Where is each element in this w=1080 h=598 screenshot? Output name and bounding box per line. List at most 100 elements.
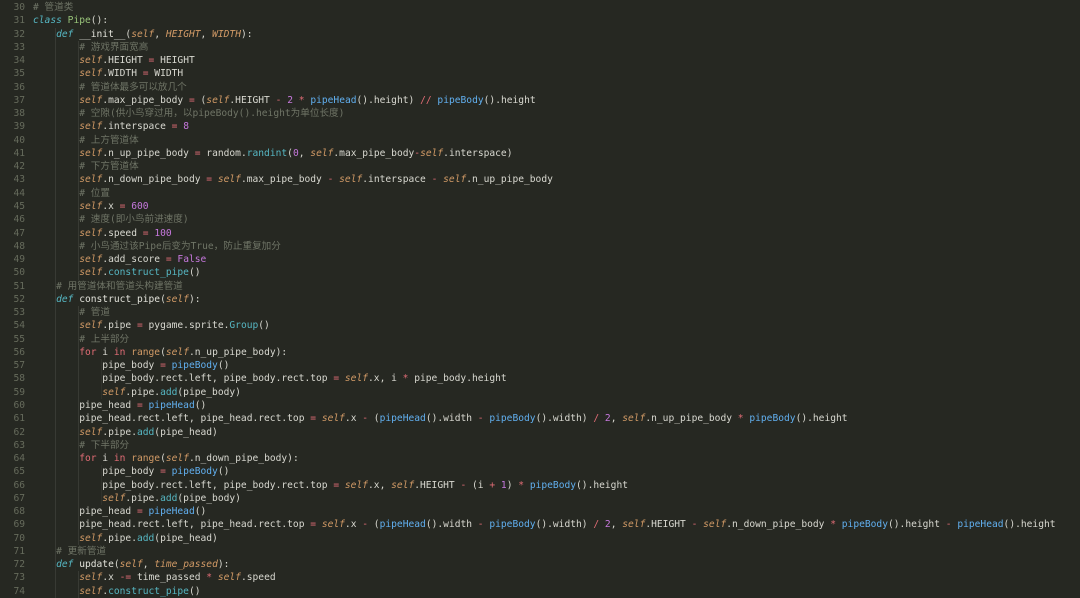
code-line[interactable]: 68 pipe_head = pipeHead() [0, 505, 1080, 519]
code-token-p: .x [344, 413, 363, 425]
code-line[interactable]: 66 pipe_body.rect.left, pipe_body.rect.to… [0, 478, 1080, 492]
code-token-p: .x, [368, 479, 392, 491]
code-line[interactable]: 37 self.max_pipe_body = (self.HEIGHT - 2 … [0, 93, 1080, 108]
line-number: 58 [13, 373, 25, 385]
code-token-p: .n_up_pipe_body [466, 174, 553, 186]
code-line[interactable]: 56 for i in range(self.n_up_pipe_body): [0, 345, 1080, 360]
code-token-p: i [96, 453, 114, 465]
code-token-slf: self [79, 94, 103, 106]
line-number: 43 [13, 174, 25, 186]
code-token-p: .max_pipe_body [333, 147, 415, 159]
code-token-bl: pipeBody [529, 479, 577, 491]
code-line[interactable]: 69 pipe_head.rect.left, pipe_head.rect.to… [0, 518, 1080, 532]
code-token-slf: time_passed [154, 559, 218, 571]
code-content: self.pipe.add(pipe_head) [33, 531, 218, 545]
code-token-p: .WIDTH [102, 68, 143, 80]
code-line[interactable]: 31 class Pipe(): [0, 14, 1080, 27]
code-line[interactable]: 30 # 管道类 [0, 1, 1080, 14]
code-line[interactable]: 54 self.pipe = pygame.sprite.Group() [0, 319, 1080, 333]
code-token-p: ): [217, 559, 230, 571]
code-line[interactable]: 55 # 上半部分 [0, 332, 1080, 346]
indent-guides [33, 239, 80, 254]
code-line[interactable]: 43 self.n_down_pipe_body = self.max_pipe_… [0, 173, 1080, 187]
code-line[interactable]: 35 self.WIDTH = WIDTH [0, 67, 1080, 81]
code-token-k: def [56, 559, 74, 571]
code-token-bl: pipeHead [379, 519, 426, 531]
code-line[interactable]: 62 self.pipe.add(pipe_head) [0, 425, 1080, 439]
code-content: # 小鸟通过该Pipe后变为True，防止重复加分 [33, 239, 281, 254]
line-number: 35 [13, 68, 25, 80]
code-token-p: i [96, 346, 114, 358]
line-number: 56 [13, 346, 25, 358]
indent-guides [33, 292, 57, 307]
code-token-c: # 管道体最多可以放几个 [79, 81, 187, 93]
code-token-bl: pipeHead [379, 413, 426, 425]
indent-guides [33, 266, 80, 280]
code-token-p: ().height [795, 413, 848, 425]
code-token-p: () [188, 267, 201, 279]
code-line[interactable]: 61 pipe_head.rect.left, pipe_head.rect.to… [0, 412, 1080, 426]
code-line[interactable]: 48 # 小鸟通过该Pipe后变为True，防止重复加分 [0, 239, 1080, 254]
code-token-kc: in [113, 346, 126, 358]
code-token-c: # 更新管道 [56, 545, 107, 557]
code-line[interactable]: 64 for i in range(self.n_down_pipe_body): [0, 452, 1080, 466]
code-line[interactable]: 63 # 下半部分 [0, 438, 1080, 453]
code-token-n: 8 [183, 121, 189, 133]
code-content: self.x = 600 [33, 199, 149, 214]
code-line[interactable]: 57 pipe_body = pipeBody() [0, 359, 1080, 373]
code-line[interactable]: 58 pipe_body.rect.left, pipe_body.rect.to… [0, 372, 1080, 386]
code-token-slf: self [102, 492, 126, 504]
code-line[interactable]: 38 # 空隙(供小鸟穿过用，以pipeBody().height为单位长度) [0, 107, 1080, 121]
code-token-p: .pipe. [102, 532, 137, 544]
code-line[interactable]: 51 # 用管道体和管道头构建管道 [0, 279, 1080, 293]
code-line[interactable]: 33 # 游戏界面宽高 [0, 40, 1080, 55]
code-content: # 上半部分 [33, 332, 129, 346]
code-line[interactable]: 50 self.construct_pipe() [0, 266, 1080, 280]
code-token-slf: self [79, 320, 103, 332]
code-content: self.interspace = 8 [33, 120, 189, 134]
indent-guides [33, 160, 80, 174]
code-line[interactable]: 40 # 上方管道体 [0, 133, 1080, 147]
line-number: 72 [13, 559, 25, 571]
indent-guides [33, 571, 80, 585]
code-content: # 速度(即小鸟前进速度) [33, 213, 189, 227]
indent-guides [33, 146, 80, 161]
code-content: def update(self, time_passed): [33, 558, 230, 572]
code-line[interactable]: 36 # 管道体最多可以放几个 [0, 80, 1080, 94]
code-line[interactable]: 59 self.pipe.add(pipe_body) [0, 385, 1080, 399]
code-line[interactable]: 60 pipe_head = pipeHead() [0, 398, 1080, 413]
code-line[interactable]: 32 def __init__(self, HEIGHT, WIDTH): [0, 27, 1080, 41]
code-line[interactable]: 52 def construct_pipe(self): [0, 292, 1080, 307]
code-token-p: .HEIGHT [102, 55, 149, 67]
code-line[interactable]: 65 pipe_body = pipeBody() [0, 465, 1080, 479]
code-line[interactable]: 70 self.pipe.add(pipe_head) [0, 531, 1080, 545]
code-line[interactable]: 46 # 速度(即小鸟前进速度) [0, 213, 1080, 227]
code-line[interactable]: 45 self.x = 600 [0, 199, 1080, 214]
code-line[interactable]: 67 self.pipe.add(pipe_body) [0, 491, 1080, 506]
code-line[interactable]: 74 self.construct_pipe() [0, 584, 1080, 598]
code-content: # 管道体最多可以放几个 [33, 80, 187, 94]
code-line[interactable]: 49 self.add_score = False [0, 253, 1080, 267]
code-line[interactable]: 42 # 下方管道体 [0, 160, 1080, 174]
code-content: self.pipe = pygame.sprite.Group() [33, 319, 270, 333]
code-content: self.n_up_pipe_body = random.randint(0, … [33, 146, 513, 161]
code-token-p: .interspace) [443, 147, 513, 159]
code-line[interactable]: 34 self.HEIGHT = HEIGHT [0, 54, 1080, 68]
code-line[interactable]: 73 self.x -= time_passed * self.speed [0, 571, 1080, 585]
code-content: # 用管道体和管道头构建管道 [33, 279, 183, 293]
code-line[interactable]: 71 # 更新管道 [0, 544, 1080, 559]
code-line[interactable]: 53 # 管道 [0, 306, 1080, 320]
code-line[interactable]: 47 self.speed = 100 [0, 226, 1080, 240]
code-editor[interactable]: 30 # 管道类 31 class Pipe(): 32 def __init__(sel… [0, 0, 1080, 598]
code-line[interactable]: 72 def update(self, time_passed): [0, 558, 1080, 572]
indent-guides [33, 133, 80, 147]
code-line[interactable]: 41 self.n_up_pipe_body = random.randint(0… [0, 146, 1080, 161]
code-token-fn: update [79, 559, 114, 571]
code-line[interactable]: 44 # 位置 [0, 186, 1080, 200]
code-token-bl: pipeHead [148, 399, 195, 411]
code-line[interactable]: 39 self.interspace = 8 [0, 120, 1080, 134]
code-token-bi: range [131, 453, 161, 465]
code-token-p: .HEIGHT [229, 94, 276, 106]
indent-guides [33, 54, 80, 68]
indent-guides [33, 465, 103, 479]
